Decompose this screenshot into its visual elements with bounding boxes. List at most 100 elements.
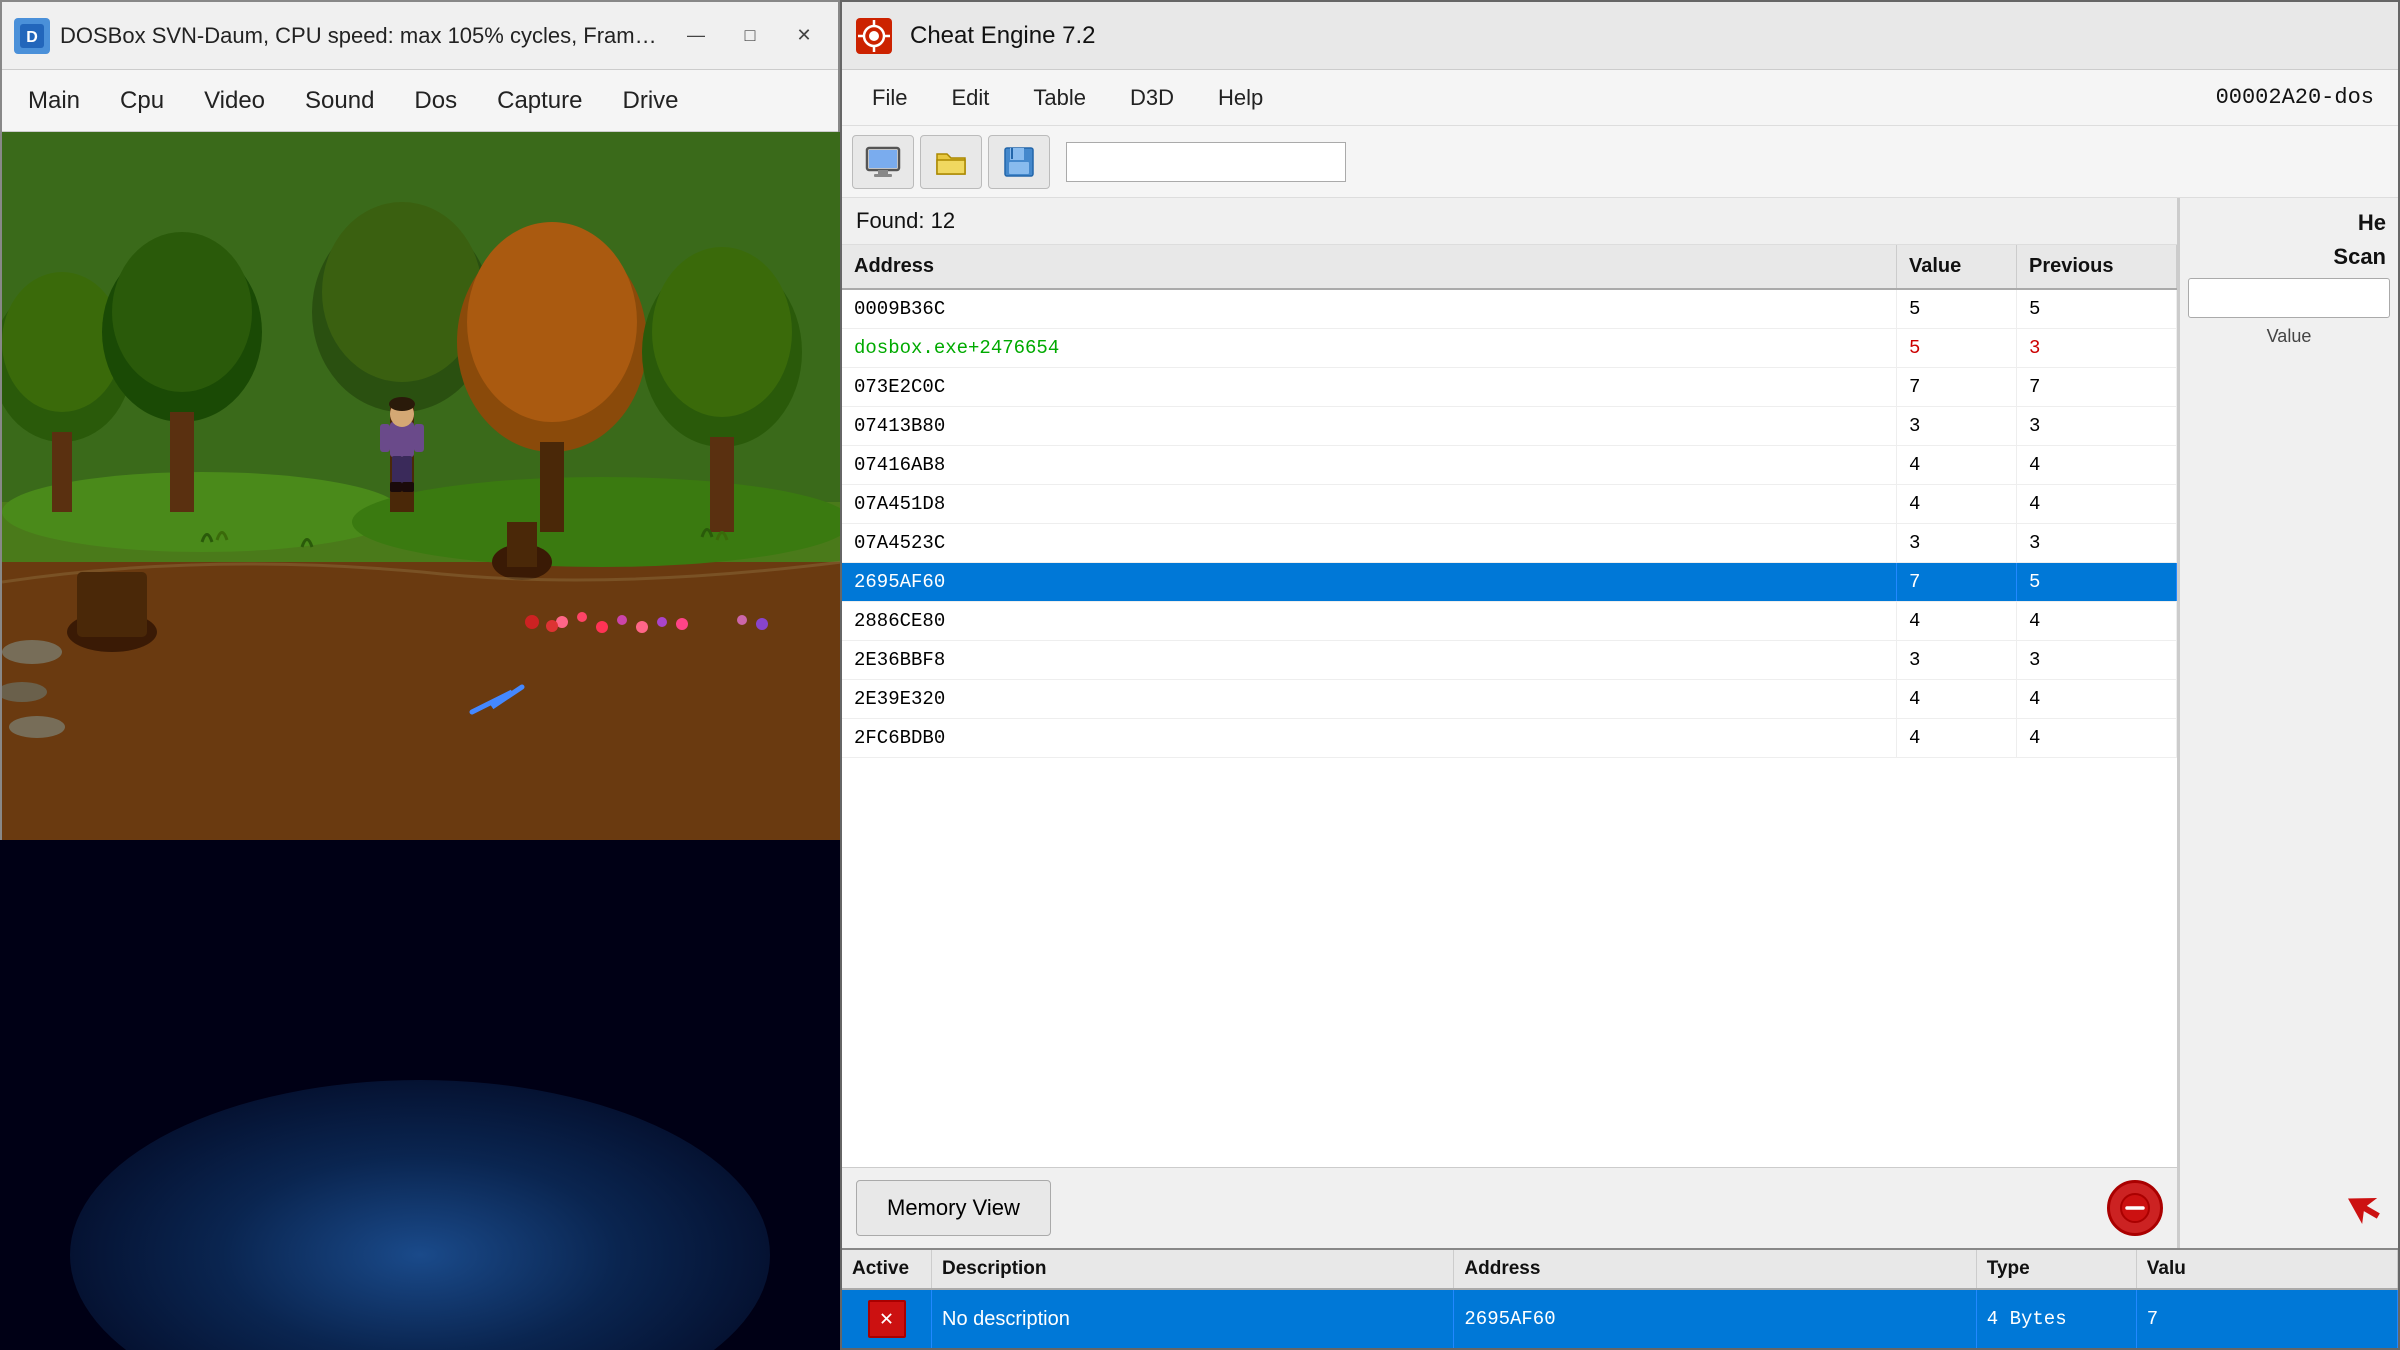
cell-value: 3 <box>1897 524 2017 562</box>
table-row[interactable]: 2E36BBF8 3 3 <box>842 641 2177 680</box>
cell-previous: 5 <box>2017 290 2177 328</box>
addr-table-header: Active Description Address Type Valu <box>842 1250 2398 1290</box>
cell-address: 07413B80 <box>842 407 1897 445</box>
header-value: Value <box>1897 245 2017 288</box>
dosbox-menu-capture[interactable]: Capture <box>479 79 600 123</box>
cell-value: 4 <box>1897 719 2017 757</box>
dosbox-maximize-button[interactable]: □ <box>728 18 772 54</box>
table-row[interactable]: 2E39E320 4 4 <box>842 680 2177 719</box>
addr-cell-description: No description <box>932 1290 1454 1348</box>
dosbox-icon: D <box>14 18 50 54</box>
ce-address-table: Active Description Address Type Valu ✕ N… <box>842 1248 2398 1348</box>
addr-cell-type: 4 Bytes <box>1977 1290 2137 1348</box>
red-arrow-icon <box>2336 1181 2386 1236</box>
cell-value: 5 <box>1897 290 2017 328</box>
cell-value: 4 <box>1897 680 2017 718</box>
ce-toolbar <box>842 126 2398 198</box>
cell-address: 2886CE80 <box>842 602 1897 640</box>
ce-menu-d3d[interactable]: D3D <box>1110 77 1194 119</box>
cell-value: 3 <box>1897 407 2017 445</box>
dosbox-menu-dos[interactable]: Dos <box>396 79 475 123</box>
cell-previous: 5 <box>2017 563 2177 601</box>
addr-header-address: Address <box>1454 1250 1976 1288</box>
table-row[interactable]: 07A451D8 4 4 <box>842 485 2177 524</box>
dosbox-menubar: Main Cpu Video Sound Dos Capture Drive <box>2 70 838 132</box>
table-row[interactable]: 2FC6BDB0 4 4 <box>842 719 2177 758</box>
right-panel-value-input[interactable] <box>2188 278 2390 318</box>
dosbox-minimize-button[interactable]: — <box>674 18 718 54</box>
addr-header-active: Active <box>842 1250 932 1288</box>
cell-address: 2695AF60 <box>842 563 1897 601</box>
ce-scan-input[interactable] <box>1066 142 1346 182</box>
dosbox-menu-sound[interactable]: Sound <box>287 79 392 123</box>
cell-address: 07A451D8 <box>842 485 1897 523</box>
table-row[interactable]: 2886CE80 4 4 <box>842 602 2177 641</box>
addr-cell-active[interactable]: ✕ <box>842 1290 932 1348</box>
cell-previous: 3 <box>2017 641 2177 679</box>
header-address: Address <box>842 245 1897 288</box>
ce-main-area: Found: 12 Address Value Previous 0009B36… <box>842 198 2398 1248</box>
svg-text:D: D <box>26 29 38 46</box>
table-row[interactable]: 073E2C0C 7 7 <box>842 368 2177 407</box>
header-previous: Previous <box>2017 245 2177 288</box>
dosbox-menu-cpu[interactable]: Cpu <box>102 79 182 123</box>
cell-value: 4 <box>1897 485 2017 523</box>
ce-toolbar-open-btn[interactable] <box>920 135 982 189</box>
cell-address: dosbox.exe+2476654 <box>842 329 1897 367</box>
ce-menu-help[interactable]: Help <box>1198 77 1283 119</box>
table-row[interactable]: 07416AB8 4 4 <box>842 446 2177 485</box>
ce-right-panel: He Scan Value <box>2178 198 2398 1248</box>
cell-address: 2E36BBF8 <box>842 641 1897 679</box>
ce-titlebar: Cheat Engine 7.2 <box>842 2 2398 70</box>
cell-previous: 4 <box>2017 680 2177 718</box>
ce-address-display: 00002A20-dos <box>2202 85 2388 110</box>
dosbox-menu-main[interactable]: Main <box>10 79 98 123</box>
cell-address: 073E2C0C <box>842 368 1897 406</box>
ce-menu-table[interactable]: Table <box>1013 77 1106 119</box>
cell-value: 7 <box>1897 563 2017 601</box>
cell-previous: 4 <box>2017 602 2177 640</box>
table-row[interactable]: 0009B36C 5 5 <box>842 290 2177 329</box>
ce-results-table[interactable]: Address Value Previous 0009B36C 5 5 dosb… <box>842 245 2177 1167</box>
right-panel-scan-label: Scan <box>2188 244 2390 270</box>
dosbox-window: D DOSBox SVN-Daum, CPU speed: max 105% c… <box>0 0 840 840</box>
addr-cell-value: 7 <box>2137 1290 2398 1348</box>
ce-menu-file[interactable]: File <box>852 77 927 119</box>
cell-address: 07416AB8 <box>842 446 1897 484</box>
dosbox-close-button[interactable]: ✕ <box>782 18 826 54</box>
table-row[interactable]: 07A4523C 3 3 <box>842 524 2177 563</box>
cell-address: 2FC6BDB0 <box>842 719 1897 757</box>
dosbox-title: DOSBox SVN-Daum, CPU speed: max 105% cyc… <box>60 23 664 49</box>
addr-header-description: Description <box>932 1250 1454 1288</box>
dosbox-menu-drive[interactable]: Drive <box>605 79 697 123</box>
ce-title-text: Cheat Engine 7.2 <box>910 22 2384 50</box>
table-row-selected[interactable]: 2695AF60 7 5 <box>842 563 2177 602</box>
cell-previous: 4 <box>2017 719 2177 757</box>
addr-table-row[interactable]: ✕ No description 2695AF60 4 Bytes 7 <box>842 1290 2398 1348</box>
ce-toolbar-save-btn[interactable] <box>988 135 1050 189</box>
dosbox-menu-video[interactable]: Video <box>186 79 283 123</box>
cell-value: 3 <box>1897 641 2017 679</box>
addr-cell-address: 2695AF60 <box>1454 1290 1976 1348</box>
cell-previous: 3 <box>2017 329 2177 367</box>
cell-previous: 7 <box>2017 368 2177 406</box>
ce-toolbar-computer-btn[interactable] <box>852 135 914 189</box>
memory-view-button[interactable]: Memory View <box>856 1180 1051 1236</box>
cell-address: 2E39E320 <box>842 680 1897 718</box>
dosbox-game-area <box>2 132 842 842</box>
table-row[interactable]: dosbox.exe+2476654 5 3 <box>842 329 2177 368</box>
ce-menu-edit[interactable]: Edit <box>931 77 1009 119</box>
cell-previous: 4 <box>2017 485 2177 523</box>
results-table-header: Address Value Previous <box>842 245 2177 290</box>
cell-value: 4 <box>1897 602 2017 640</box>
ce-icon <box>856 18 892 54</box>
cancel-button[interactable] <box>2107 1180 2163 1236</box>
ce-scan-panel: Found: 12 Address Value Previous 0009B36… <box>842 198 2178 1248</box>
cell-value: 5 <box>1897 329 2017 367</box>
cheat-engine-window: Cheat Engine 7.2 File Edit Table D3D Hel… <box>840 0 2400 1350</box>
cell-previous: 3 <box>2017 407 2177 445</box>
cell-previous: 3 <box>2017 524 2177 562</box>
addr-header-value: Valu <box>2137 1250 2398 1288</box>
table-row[interactable]: 07413B80 3 3 <box>842 407 2177 446</box>
right-panel-value-label: Value <box>2188 326 2390 347</box>
